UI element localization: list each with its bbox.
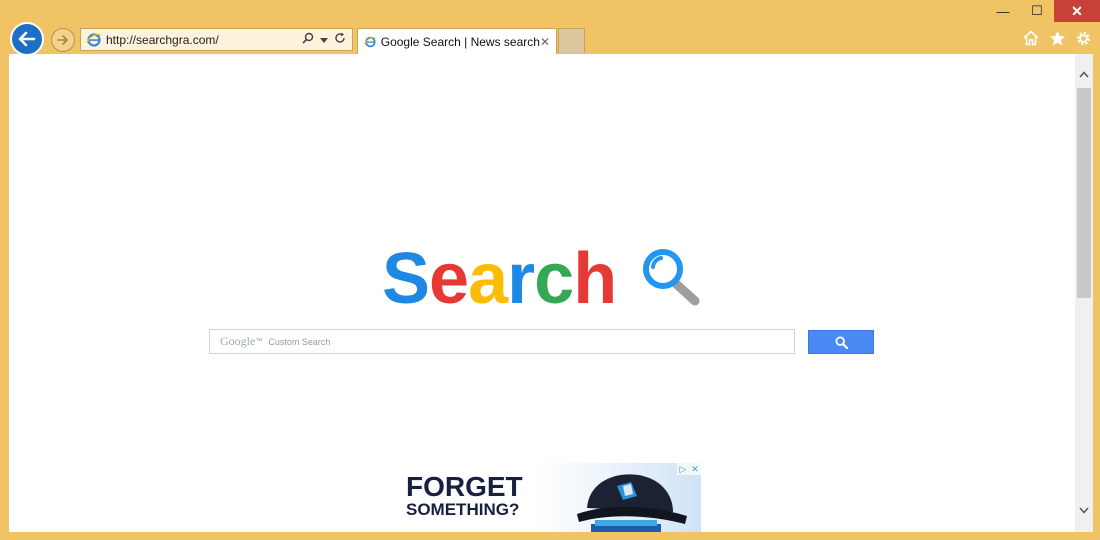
logo-letter: e <box>429 239 469 319</box>
scrollbar-thumb[interactable] <box>1077 88 1091 298</box>
toolbar-icons <box>1022 29 1092 47</box>
vertical-scrollbar[interactable] <box>1075 54 1093 532</box>
search-icon <box>834 335 848 349</box>
maximize-button[interactable]: ☐ <box>1020 0 1054 22</box>
chevron-down-icon[interactable] <box>320 33 328 47</box>
star-icon[interactable] <box>1048 29 1066 47</box>
minimize-button[interactable]: — <box>986 0 1020 22</box>
address-url[interactable]: http://searchgra.com/ <box>106 33 302 47</box>
ad-close-icon[interactable]: ✕ <box>689 463 701 475</box>
refresh-icon[interactable] <box>334 32 346 47</box>
ie-logo-icon <box>86 32 101 47</box>
logo-letter: r <box>507 239 535 319</box>
arrow-left-icon <box>18 31 36 47</box>
page-content: Search Google ™ Custom Search FORGET SOM… <box>9 54 1075 532</box>
search-input[interactable]: Google ™ Custom Search <box>209 329 795 354</box>
tab-title: Google Search | News search <box>380 34 540 49</box>
logo-letter: c <box>534 239 574 319</box>
gear-icon[interactable] <box>1074 29 1092 47</box>
google-watermark: Google <box>220 334 256 348</box>
ad-choices[interactable]: ▷ ✕ <box>677 463 701 475</box>
search-logo: Search <box>382 239 617 319</box>
new-tab-button[interactable] <box>558 28 585 53</box>
tab-google-search[interactable]: Google Search | News search ✕ <box>357 28 557 54</box>
search-placeholder: Custom Search <box>268 336 331 347</box>
adchoices-icon[interactable]: ▷ <box>677 463 689 475</box>
ie-logo-icon <box>364 36 376 47</box>
ad-subheadline: SOMETHING? <box>406 500 520 519</box>
close-window-button[interactable]: ✕ <box>1054 0 1100 22</box>
search-button[interactable] <box>808 330 874 354</box>
scroll-up-icon[interactable] <box>1075 66 1093 82</box>
ad-headline: FORGET <box>406 471 523 502</box>
scroll-down-icon[interactable] <box>1075 502 1093 518</box>
arrow-right-icon <box>57 35 69 45</box>
back-button[interactable] <box>10 22 44 56</box>
logo-letter: a <box>468 239 508 319</box>
window-controls: — ☐ ✕ <box>986 0 1100 22</box>
address-bar[interactable]: http://searchgra.com/ <box>80 28 353 51</box>
logo-letter: S <box>382 239 430 319</box>
trademark-symbol: ™ <box>255 338 263 345</box>
search-icon[interactable] <box>302 32 314 47</box>
forward-button[interactable] <box>51 28 75 52</box>
home-icon[interactable] <box>1022 29 1040 47</box>
advertisement-banner[interactable]: FORGET SOMETHING? ▷ ✕ <box>382 463 701 532</box>
magnifier-logo-icon <box>643 249 700 306</box>
logo-letter: h <box>573 239 617 319</box>
baseball-cap-image <box>577 474 687 532</box>
close-tab-icon[interactable]: ✕ <box>540 35 550 49</box>
